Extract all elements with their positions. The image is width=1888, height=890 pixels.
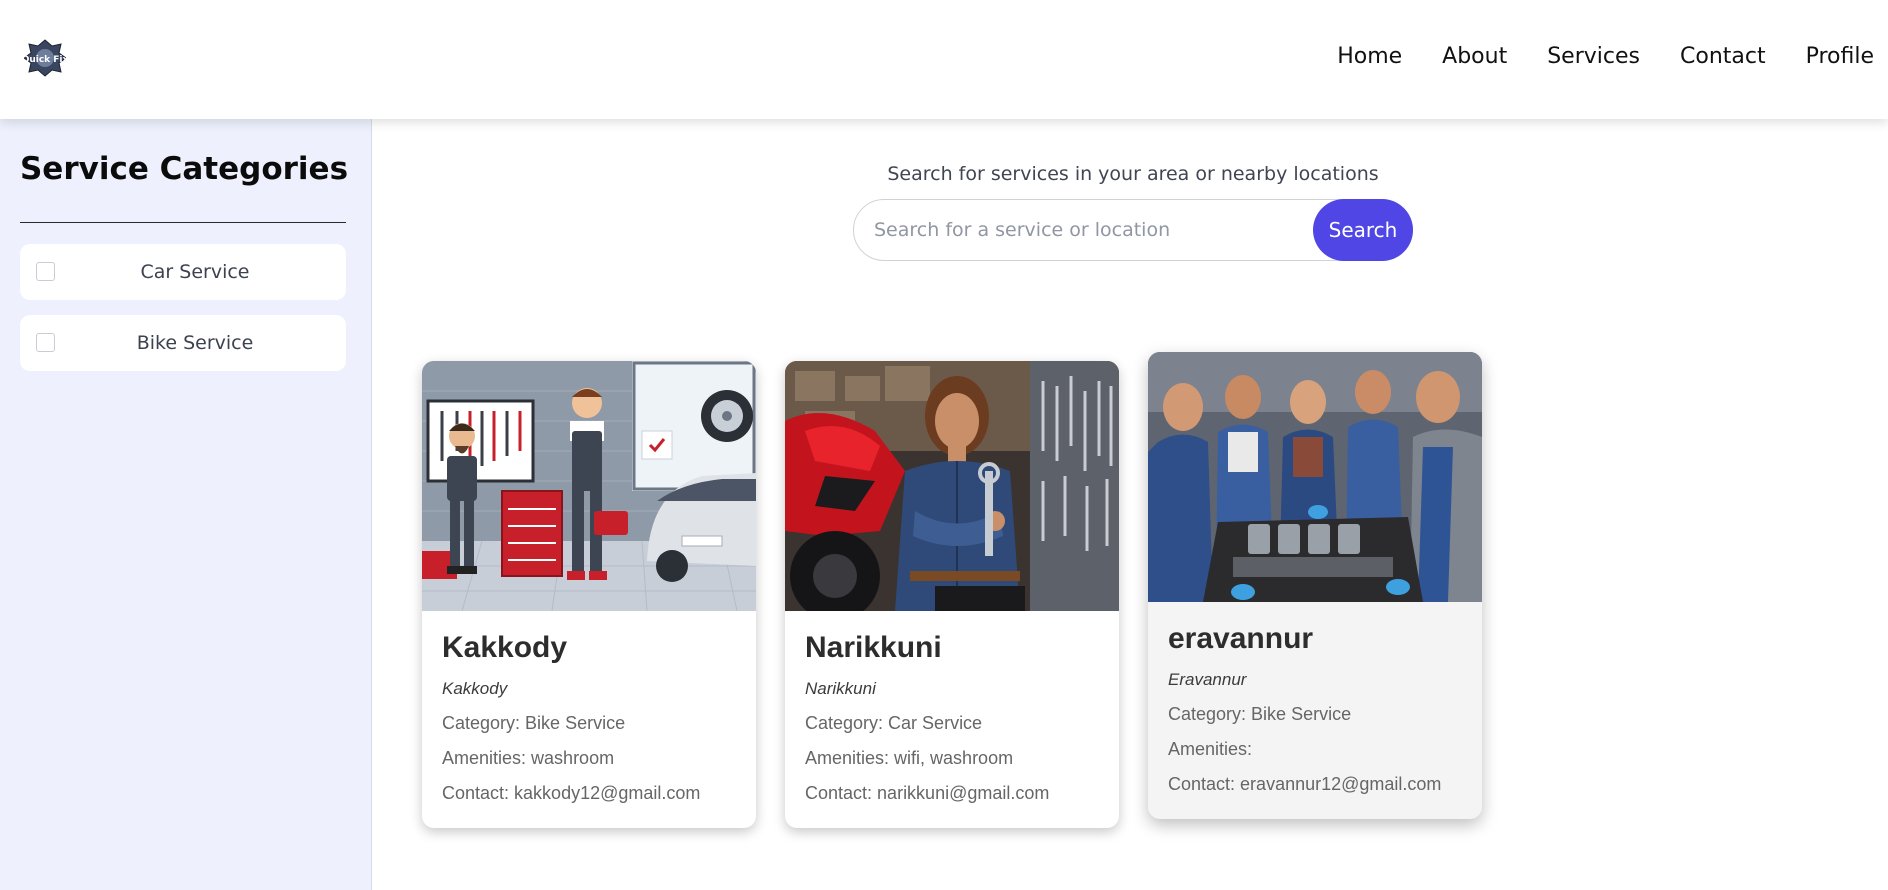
- card-category: Category: Car Service: [805, 713, 1099, 736]
- amenities-value: washroom: [531, 748, 615, 768]
- amenities-value: wifi, washroom: [894, 748, 1014, 768]
- card-body: Narikkuni Narikkuni Category: Car Servic…: [785, 611, 1119, 828]
- category-value: Bike Service: [1251, 704, 1352, 724]
- category-value: Bike Service: [525, 713, 626, 733]
- search-input[interactable]: [874, 214, 1294, 246]
- contact-value: narikkuni@gmail.com: [877, 783, 1050, 803]
- search-button[interactable]: Search: [1313, 199, 1413, 261]
- card-amenities: Amenities: washroom: [442, 748, 736, 771]
- service-card-kakkody[interactable]: Kakkody Kakkody Category: Bike Service A…: [422, 361, 756, 828]
- nav-link-contact[interactable]: Contact: [1680, 44, 1766, 69]
- card-body: eravannur Eravannur Category: Bike Servi…: [1148, 602, 1482, 819]
- sidebar-title: Service Categories: [19, 151, 349, 187]
- card-location: Narikkuni: [805, 679, 876, 698]
- card-category: Category: Bike Service: [1168, 704, 1462, 727]
- contact-key: Contact:: [805, 783, 878, 803]
- card-title: eravannur: [1168, 622, 1314, 655]
- category-label: Bike Service: [136, 332, 254, 354]
- cartoon-mechanics-garage-image: [422, 361, 756, 611]
- card-contact: Contact: eravannur12@gmail.com: [1168, 774, 1462, 797]
- card-title: Kakkody: [442, 631, 568, 664]
- mechanics-team-engine-image: [1148, 352, 1482, 602]
- nav-link-profile[interactable]: Profile: [1806, 44, 1874, 69]
- category-value: Car Service: [888, 713, 983, 733]
- mechanic-with-motorbike-image: [785, 361, 1119, 611]
- contact-key: Contact:: [442, 783, 515, 803]
- contact-key: Contact:: [1168, 774, 1241, 794]
- nav-link-home[interactable]: Home: [1337, 44, 1402, 69]
- card-amenities: Amenities: wifi, washroom: [805, 748, 1099, 771]
- card-amenities: Amenities:: [1168, 739, 1462, 762]
- category-key: Category:: [1168, 704, 1252, 724]
- contact-value: kakkody12@gmail.com: [514, 783, 701, 803]
- card-location: Eravannur: [1168, 670, 1247, 689]
- sidebar-divider: [20, 222, 346, 223]
- navbar: Quick Fix Home About Services Contact Pr…: [0, 0, 1888, 119]
- card-title: Narikkuni: [805, 631, 942, 664]
- card-contact: Contact: kakkody12@gmail.com: [442, 783, 736, 806]
- card-location: Kakkody: [442, 679, 508, 698]
- category-label: Car Service: [140, 261, 250, 283]
- card-category: Category: Bike Service: [442, 713, 736, 736]
- nav-link-about[interactable]: About: [1442, 44, 1507, 69]
- amenities-key: Amenities:: [442, 748, 532, 768]
- category-item-bike-service[interactable]: Bike Service: [20, 315, 346, 371]
- card-body: Kakkody Kakkody Category: Bike Service A…: [422, 611, 756, 828]
- logo-text: Quick Fix: [22, 55, 68, 65]
- category-key: Category:: [805, 713, 889, 733]
- sidebar: Service Categories Car Service Bike Serv…: [0, 119, 372, 890]
- search-caption: Search for services in your area or near…: [887, 163, 1379, 185]
- service-card-eravannur[interactable]: eravannur Eravannur Category: Bike Servi…: [1148, 352, 1482, 819]
- nav-links: Home About Services Contact Profile: [1337, 44, 1874, 69]
- amenities-key: Amenities:: [805, 748, 895, 768]
- search-box: Search: [853, 199, 1413, 261]
- service-card-narikkuni[interactable]: Narikkuni Narikkuni Category: Car Servic…: [785, 361, 1119, 828]
- category-key: Category:: [442, 713, 526, 733]
- category-item-car-service[interactable]: Car Service: [20, 244, 346, 300]
- card-contact: Contact: narikkuni@gmail.com: [805, 783, 1099, 806]
- amenities-key: Amenities:: [1168, 739, 1253, 759]
- contact-value: eravannur12@gmail.com: [1240, 774, 1442, 794]
- quick-fix-logo[interactable]: Quick Fix: [22, 38, 69, 78]
- nav-link-services[interactable]: Services: [1547, 44, 1640, 69]
